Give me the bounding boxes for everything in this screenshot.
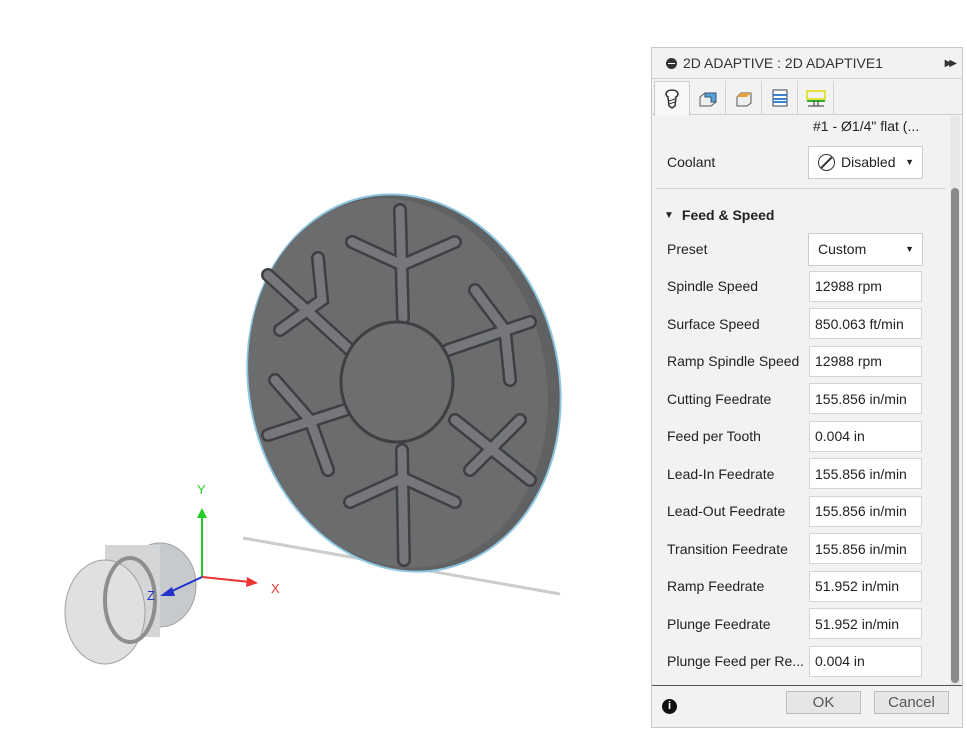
- field-row: Ramp Feedrate 51.952 in/min: [667, 570, 942, 602]
- tab-geometry[interactable]: [690, 81, 726, 115]
- linking-icon: [805, 90, 826, 107]
- field-input[interactable]: 51.952 in/min: [809, 570, 922, 602]
- info-icon[interactable]: i: [662, 699, 677, 714]
- field-label: Lead-In Feedrate: [667, 465, 775, 482]
- coolant-value: Disabled: [841, 154, 896, 170]
- section-feed-speed[interactable]: ▼ Feed & Speed: [664, 207, 775, 223]
- ok-button[interactable]: OK: [786, 691, 861, 714]
- operation-dialog: 2D ADAPTIVE : 2D ADAPTIVE1 ▶▶ #1 - Ø1/4"…: [651, 47, 963, 728]
- svg-text:Z: Z: [147, 588, 155, 603]
- chevron-down-icon: ▼: [905, 157, 914, 167]
- svg-text:Y: Y: [197, 482, 206, 497]
- collapse-icon[interactable]: [666, 57, 677, 69]
- disc-part[interactable]: [213, 165, 595, 601]
- tab-bar: [652, 81, 962, 116]
- coolant-row: Coolant Disabled ▼: [667, 145, 942, 179]
- coolant-select[interactable]: Disabled ▼: [808, 145, 923, 179]
- preset-row: Preset Custom ▼: [667, 232, 942, 266]
- disabled-icon: [818, 153, 835, 171]
- heights-icon: [736, 92, 751, 107]
- 3d-viewport[interactable]: Y Y X Z: [0, 0, 939, 728]
- field-row: Cutting Feedrate 155.856 in/min: [667, 383, 942, 414]
- field-input[interactable]: 155.856 in/min: [809, 495, 922, 527]
- field-label: Surface Speed: [667, 315, 760, 332]
- scrollbar[interactable]: [950, 116, 960, 686]
- expand-icon[interactable]: ▶▶: [945, 58, 958, 69]
- svg-text:X: X: [271, 581, 280, 596]
- dialog-title: 2D ADAPTIVE : 2D ADAPTIVE1: [683, 55, 883, 71]
- scrollbar-thumb[interactable]: [951, 188, 959, 683]
- field-row: Feed per Tooth 0.004 in: [667, 420, 942, 452]
- tab-linking[interactable]: [798, 81, 834, 115]
- geometry-icon: [699, 92, 716, 107]
- field-row: Plunge Feedrate 51.952 in/min: [667, 608, 942, 639]
- field-input[interactable]: 12988 rpm: [809, 270, 922, 302]
- field-row: Ramp Spindle Speed 12988 rpm: [667, 345, 942, 377]
- dialog-content: #1 - Ø1/4" flat (... Coolant Disabled ▼ ▼…: [652, 116, 948, 686]
- field-input[interactable]: 155.856 in/min: [809, 458, 922, 489]
- cancel-button[interactable]: Cancel: [874, 691, 949, 714]
- field-input[interactable]: 850.063 ft/min: [809, 308, 922, 339]
- field-label: Plunge Feed per Re...: [667, 653, 804, 669]
- field-label: Plunge Feedrate: [667, 615, 771, 632]
- field-input[interactable]: 155.856 in/min: [809, 533, 922, 564]
- field-input[interactable]: 155.856 in/min: [809, 383, 922, 414]
- field-row: Plunge Feed per Re... 0.004 in: [667, 645, 942, 677]
- field-row: Lead-In Feedrate 155.856 in/min: [667, 458, 942, 489]
- field-row: Spindle Speed 12988 rpm: [667, 270, 942, 302]
- field-label: Spindle Speed: [667, 278, 759, 294]
- tab-heights[interactable]: [726, 81, 762, 115]
- tool-holder: [64, 542, 197, 665]
- dialog-header: 2D ADAPTIVE : 2D ADAPTIVE1 ▶▶: [652, 48, 962, 79]
- field-row: Surface Speed 850.063 ft/min: [667, 308, 942, 339]
- field-input[interactable]: 51.952 in/min: [809, 608, 922, 639]
- passes-icon: [772, 89, 787, 107]
- tab-tool[interactable]: [654, 81, 690, 116]
- model-view: Y Y X Z: [64, 0, 939, 665]
- field-row: Transition Feedrate 155.856 in/min: [667, 533, 942, 564]
- tool-icon: [665, 89, 679, 109]
- field-label: Transition Feedrate: [667, 540, 788, 557]
- preset-select[interactable]: Custom ▼: [808, 232, 923, 266]
- field-input[interactable]: 12988 rpm: [809, 345, 922, 377]
- collapse-triangle-icon: ▼: [664, 209, 674, 221]
- section-title: Feed & Speed: [681, 207, 775, 223]
- preset-label: Preset: [667, 241, 708, 257]
- field-label: Ramp Spindle Speed: [667, 353, 800, 369]
- coolant-label: Coolant: [667, 154, 716, 170]
- divider: [656, 188, 946, 189]
- tool-name: #1 - Ø1/4" flat (...: [813, 118, 920, 134]
- field-label: Lead-Out Feedrate: [667, 503, 786, 519]
- field-label: Cutting Feedrate: [667, 390, 772, 407]
- tab-passes[interactable]: [762, 81, 798, 115]
- chevron-down-icon: ▼: [905, 244, 914, 254]
- field-label: Feed per Tooth: [667, 428, 761, 444]
- dialog-footer: i OK Cancel: [652, 685, 962, 727]
- field-row: Lead-Out Feedrate 155.856 in/min: [667, 495, 942, 527]
- field-label: Ramp Feedrate: [667, 578, 765, 594]
- field-input[interactable]: 0.004 in: [809, 420, 922, 452]
- preset-value: Custom: [818, 241, 867, 257]
- field-input[interactable]: 0.004 in: [809, 645, 922, 677]
